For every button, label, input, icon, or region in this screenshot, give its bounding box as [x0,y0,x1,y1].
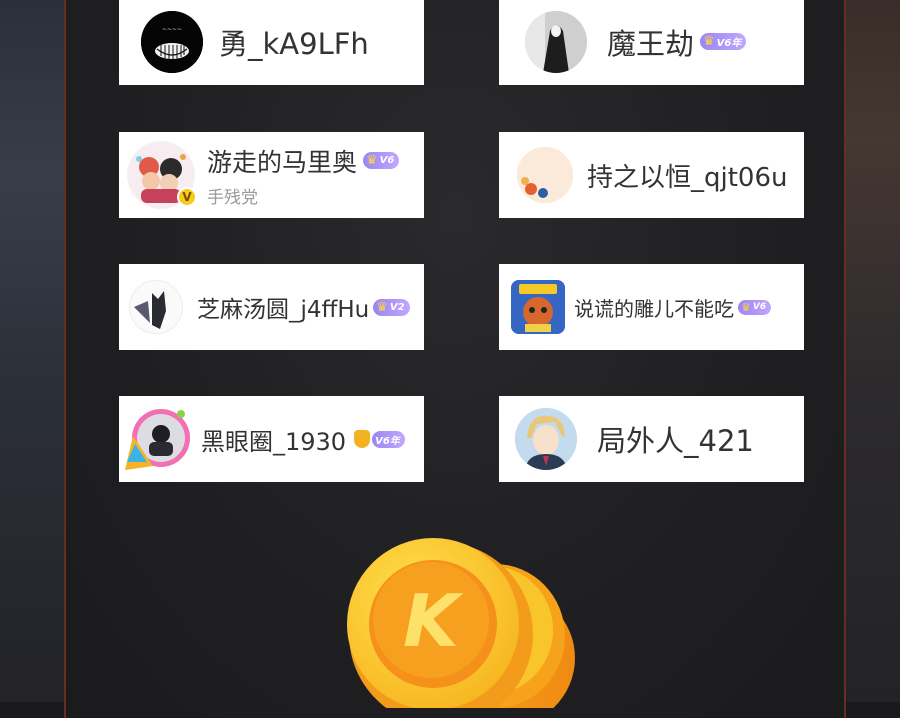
game-avatar-icon [511,280,565,334]
vip-badge: ♛ V6 [738,299,772,315]
crown-icon: ♛ [366,153,378,168]
user-card[interactable]: 黑眼圈_1930 V6年 [119,396,424,482]
avatar[interactable] [525,10,587,73]
svg-text:~~~~: ~~~~ [162,26,182,33]
avatar[interactable] [123,404,193,474]
sticker-avatar-icon [517,147,573,203]
vip-badge: ♛ V2 [373,298,410,316]
vip-badge: ♛ V6 [363,152,400,169]
grin-avatar-icon: ~~~~ [141,10,203,73]
user-card[interactable]: 芝麻汤圆_j4ffHu ♛ V2 [119,264,424,350]
user-card[interactable]: 局外人_421 [499,396,804,482]
vip-badge: ♛ V6年 [700,33,747,50]
user-name: 游走的马里奥 [207,147,358,177]
user-card[interactable]: 魔王劫 ♛ V6年 [499,0,804,85]
user-name: 勇_kA9LFh [219,26,369,61]
user-card[interactable]: ~~~~ 勇_kA9LFh [119,0,424,85]
k-coin-stack-icon: K [345,538,585,718]
avatar[interactable]: ~~~~ [141,10,203,73]
avatar[interactable] [129,280,183,334]
ghost-avatar-icon [525,10,587,73]
user-name: 芝麻汤圆_j4ffHu [197,297,370,323]
crown-icon: ♛ [741,300,751,314]
avatar[interactable] [517,147,573,203]
user-card[interactable]: 持之以恒_qjt06u [499,132,804,218]
avatar[interactable] [511,280,565,334]
user-name: 魔王劫 [607,26,695,61]
user-name: 黑眼圈_1930 [201,427,347,456]
svg-text:K: K [403,579,464,663]
user-card[interactable]: 说谎的雕儿不能吃 ♛ V6 [499,264,804,350]
user-name: 持之以恒_qjt06u [587,162,788,193]
crown-icon: ♛ [703,34,715,49]
cat-avatar-icon [130,281,182,333]
user-name: 局外人_421 [597,424,754,458]
user-subtitle: 手残党 [207,187,258,208]
party-frame-avatar-icon [125,409,190,470]
level-shield-icon [354,430,371,448]
anime-boy-avatar-icon [515,408,577,470]
avatar[interactable]: V [127,141,197,209]
crown-icon: ♛ [376,299,388,315]
user-card[interactable]: V 游走的马里奥 ♛ V6 手残党 [119,132,424,218]
background-left [0,0,64,702]
verified-badge: V [177,187,197,207]
user-name: 说谎的雕儿不能吃 [574,296,734,321]
vip-badge: V6年 [372,430,405,448]
background-right [844,0,900,702]
avatar[interactable] [515,408,577,470]
